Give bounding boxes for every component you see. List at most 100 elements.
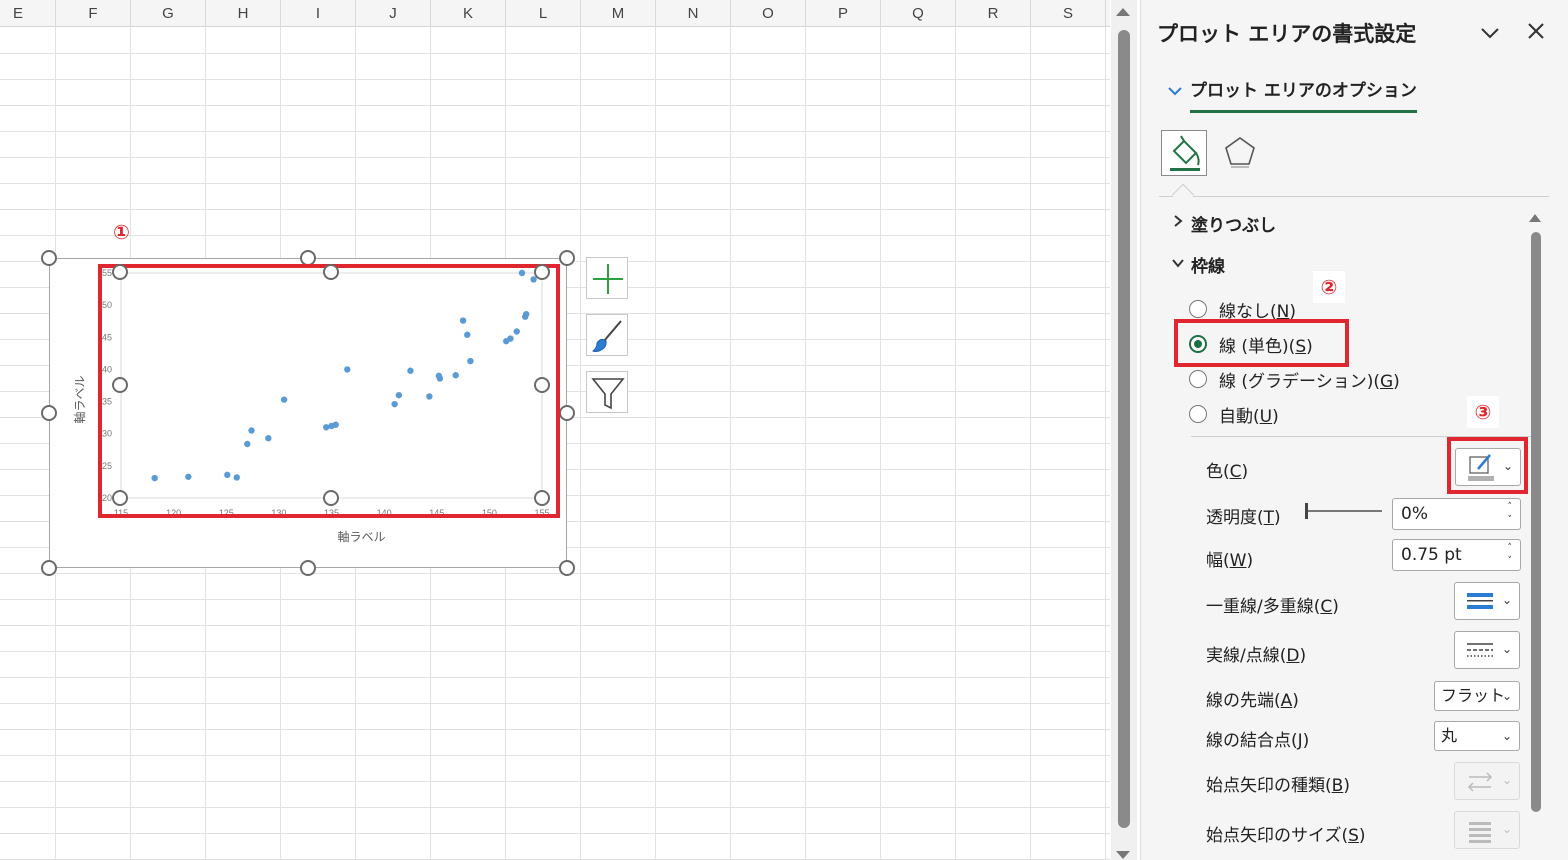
column-header-p[interactable]: P	[806, 0, 881, 27]
chart-filters-button[interactable]	[586, 371, 628, 413]
grid-hline	[0, 573, 1110, 574]
marker-3: ③	[1467, 396, 1499, 428]
worksheet[interactable]: EFGHIJKLMNOPQRS ① 20 25 30 35 40 45 50 55 115 120…	[0, 0, 1110, 860]
border-section-chevron-down-icon[interactable]	[1171, 256, 1185, 274]
plot-resize-handle-tl[interactable]	[112, 264, 128, 280]
width-spinner[interactable]: 0.75 pt ˄ ˅	[1392, 539, 1521, 571]
radio-automatic-circle[interactable]	[1189, 405, 1207, 423]
cap-type-dropdown[interactable]: フラット ⌄	[1434, 681, 1520, 711]
pane-title: プロット エリアの書式設定	[1157, 22, 1417, 46]
column-header-l[interactable]: L	[506, 0, 581, 27]
funnel-icon	[591, 378, 625, 410]
column-header-i[interactable]: I	[281, 0, 356, 27]
column-header-k[interactable]: K	[431, 0, 506, 27]
plot-resize-handle-br[interactable]	[534, 490, 550, 506]
effects-pentagon-icon[interactable]	[1217, 130, 1263, 176]
pane-scroll-up-icon[interactable]	[1529, 214, 1541, 222]
pane-options-chevron-icon[interactable]	[1477, 20, 1503, 46]
grid-hline	[0, 781, 1110, 782]
scroll-thumb[interactable]	[1118, 30, 1130, 828]
spinner-arrows-icon[interactable]: ˄ ˅	[1508, 542, 1513, 568]
border-section-header[interactable]: 枠線	[1191, 252, 1225, 277]
column-header-f[interactable]: F	[56, 0, 131, 27]
dash-type-dropdown[interactable]: ⌄	[1454, 631, 1520, 669]
grid-hline	[0, 131, 1110, 132]
column-header-r[interactable]: R	[956, 0, 1031, 27]
tab-pointer	[1171, 183, 1195, 207]
grid-hline	[0, 53, 1110, 54]
column-header-h[interactable]: H	[206, 0, 281, 27]
plot-resize-handle-bm[interactable]	[323, 490, 339, 506]
options-chevron-down-icon[interactable]	[1167, 82, 1183, 101]
column-header-o[interactable]: O	[731, 0, 806, 27]
grid-hline	[0, 235, 1110, 236]
radio-no-line-circle[interactable]	[1189, 300, 1207, 318]
chevron-down-icon: ⌄	[1501, 729, 1512, 743]
plot-resize-handle-mr[interactable]	[534, 377, 550, 393]
y-axis-title: 軸ラベル	[73, 375, 87, 423]
column-header-n[interactable]: N	[656, 0, 731, 27]
transparency-spinner[interactable]: 0% ˄ ˅	[1392, 498, 1521, 530]
fill-line-tab-icon[interactable]	[1161, 130, 1207, 176]
column-header-g[interactable]: G	[131, 0, 206, 27]
join-type-label: 線の結合点(J)	[1206, 731, 1310, 751]
dash-type-label: 実線/点線(D)	[1206, 646, 1307, 666]
transparency-label: 透明度(T)	[1206, 508, 1281, 528]
pane-vertical-scrollbar[interactable]	[1529, 210, 1543, 860]
chart-resize-handle-tl[interactable]	[41, 250, 57, 266]
column-header-m[interactable]: M	[581, 0, 656, 27]
column-header-s[interactable]: S	[1031, 0, 1106, 27]
grid-hline	[0, 755, 1110, 756]
width-label: 幅(W)	[1206, 551, 1254, 571]
begin-arrow-size-dropdown[interactable]: ⌄	[1454, 811, 1520, 849]
join-type-dropdown[interactable]: 丸 ⌄	[1434, 721, 1520, 751]
color-picker-highlight	[1447, 437, 1528, 494]
chart-resize-handle-br[interactable]	[559, 560, 575, 576]
chevron-down-icon: ⌄	[1501, 773, 1512, 787]
pane-close-icon[interactable]	[1523, 18, 1549, 44]
dash-lines-icon	[1467, 643, 1493, 657]
chevron-down-icon: ⌄	[1501, 593, 1512, 607]
chevron-down-icon: ⌄	[1501, 642, 1512, 656]
chart-resize-handle-mr[interactable]	[559, 405, 575, 421]
fill-section-chevron-right-icon[interactable]	[1171, 214, 1185, 232]
arrows-icon	[1467, 772, 1493, 792]
plot-resize-handle-bl[interactable]	[112, 490, 128, 506]
fill-section-header[interactable]: 塗りつぶし	[1191, 211, 1276, 236]
solid-line-highlight	[1174, 319, 1349, 367]
radio-gradient-line-circle[interactable]	[1189, 370, 1207, 388]
plot-area-highlight	[98, 264, 560, 518]
column-header-q[interactable]: Q	[881, 0, 956, 27]
begin-arrow-type-dropdown[interactable]: ⌄	[1454, 762, 1520, 800]
chart-styles-button[interactable]	[586, 314, 628, 356]
chart-resize-handle-tr[interactable]	[559, 250, 575, 266]
brush-icon	[592, 320, 622, 352]
grid-hline	[0, 157, 1110, 158]
transparency-slider-track[interactable]	[1306, 510, 1382, 512]
scroll-down-icon[interactable]	[1116, 851, 1130, 859]
spinner-arrows-icon[interactable]: ˄ ˅	[1508, 501, 1513, 527]
x-axis-title: 軸ラベル	[337, 530, 385, 544]
begin-arrow-size-label: 始点矢印のサイズ(S)	[1206, 826, 1366, 846]
chart-elements-button[interactable]	[586, 257, 628, 299]
scroll-up-icon[interactable]	[1116, 8, 1130, 16]
grid-hline	[0, 833, 1110, 834]
compound-type-dropdown[interactable]: ⌄	[1454, 582, 1520, 620]
pane-scroll-thumb[interactable]	[1531, 232, 1541, 812]
grid-hline	[0, 729, 1110, 730]
transparency-slider-thumb[interactable]	[1305, 503, 1308, 519]
chart-resize-handle-ml[interactable]	[41, 405, 57, 421]
chart-resize-handle-bm[interactable]	[300, 560, 316, 576]
column-header-e[interactable]: E	[0, 0, 56, 27]
column-header-j[interactable]: J	[356, 0, 431, 27]
plot-resize-handle-tm[interactable]	[323, 264, 339, 280]
tab-plot-area-options[interactable]: プロット エリアのオプション	[1190, 76, 1417, 113]
grid-hline	[0, 105, 1110, 106]
plot-resize-handle-ml[interactable]	[112, 377, 128, 393]
format-plot-area-pane: プロット エリアの書式設定 プロット エリアのオプション 塗りつぶし 枠線 ② …	[1140, 0, 1568, 860]
cap-type-label: 線の先端(A)	[1206, 691, 1299, 711]
worksheet-vertical-scrollbar[interactable]	[1111, 0, 1137, 860]
chart-resize-handle-bl[interactable]	[41, 560, 57, 576]
grid-hline	[0, 209, 1110, 210]
plot-resize-handle-tr[interactable]	[534, 264, 550, 280]
